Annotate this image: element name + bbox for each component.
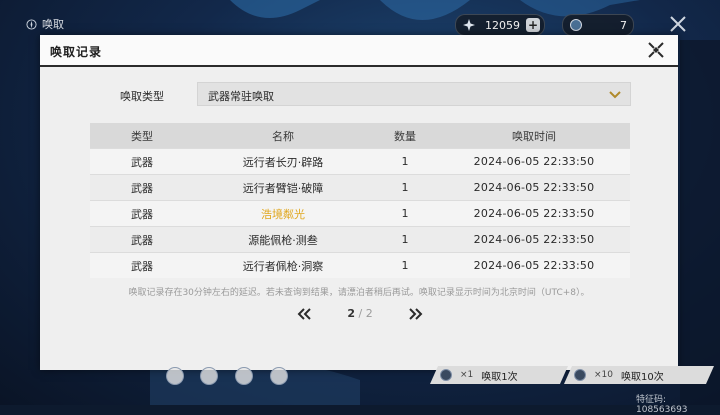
convene-once-label: 唤取1次 xyxy=(481,371,518,383)
chevron-down-icon xyxy=(609,91,621,99)
cell-quantity: 1 xyxy=(372,252,438,278)
table-row: 武器 浩境粼光 1 2024-06-05 22:33:50 xyxy=(90,200,630,227)
cell-name: 远行者佩枪·洞察 xyxy=(194,252,372,278)
cell-type: 武器 xyxy=(90,200,194,227)
close-icon[interactable] xyxy=(646,40,666,60)
radiant-tide-value: 7 xyxy=(620,18,627,32)
compass-icon xyxy=(26,18,37,30)
cell-type: 武器 xyxy=(90,174,194,201)
cell-name-highlighted: 浩境粼光 xyxy=(194,200,372,227)
header-time: 唤取时间 xyxy=(438,123,630,149)
current-page: 2 xyxy=(347,307,355,320)
cell-type: 武器 xyxy=(90,226,194,253)
cell-quantity: 1 xyxy=(372,174,438,201)
convene-history-table: 类型 名称 数量 唤取时间 武器 远行者长刃·辟路 1 2024-06-05 2… xyxy=(90,123,630,278)
cell-type: 武器 xyxy=(90,252,194,278)
table-row: 武器 远行者长刃·辟路 1 2024-06-05 22:33:50 xyxy=(90,148,630,175)
header-divider xyxy=(40,65,678,67)
cell-time: 2024-06-05 22:33:50 xyxy=(438,148,630,175)
table-row: 武器 远行者臂铠·破障 1 2024-06-05 22:33:50 xyxy=(90,174,630,201)
total-pages: 2 xyxy=(365,307,373,320)
game-screen-title-text: 唤取 xyxy=(42,18,64,31)
header-name: 名称 xyxy=(194,123,372,149)
page-separator: / xyxy=(358,307,363,320)
modal-title: 唤取记录 xyxy=(50,45,103,59)
tide-icon xyxy=(574,369,586,381)
lustrous-tide-counter: 12059 + xyxy=(455,14,545,36)
header-quantity: 数量 xyxy=(372,123,438,149)
convene-history-modal: 唤取记录 唤取类型 武器常驻唤取 类型 名称 数量 唤取时间 武器 远行者长刃·… xyxy=(40,35,678,370)
cell-quantity: 1 xyxy=(372,226,438,253)
convene-type-value: 武器常驻唤取 xyxy=(208,90,274,103)
convene-once-count: ×1 xyxy=(460,370,474,380)
info-icon[interactable] xyxy=(235,367,253,385)
table-row: 武器 远行者佩枪·洞察 1 2024-06-05 22:33:50 xyxy=(90,252,630,278)
cell-name: 源能佩枪·测叁 xyxy=(194,226,372,253)
radiant-tide-counter: 7 xyxy=(562,14,634,36)
header-type: 类型 xyxy=(90,123,194,149)
delay-notice: 唤取记录存在30分钟左右的延迟。若未查询到结果，请漂泊者稍后再试。唤取记录显示时… xyxy=(128,288,590,298)
shop-icon[interactable] xyxy=(166,367,184,385)
page-indicator: 2 / 2 xyxy=(340,307,380,320)
pagination: 2 / 2 xyxy=(40,305,678,325)
table-header-row: 类型 名称 数量 唤取时间 xyxy=(90,123,630,149)
convene-ten-button[interactable]: ×10 唤取10次 xyxy=(564,366,714,384)
previous-page-icon[interactable] xyxy=(296,307,312,321)
cell-time: 2024-06-05 22:33:50 xyxy=(438,226,630,253)
details-icon[interactable] xyxy=(200,367,218,385)
screen-close-icon[interactable] xyxy=(668,14,688,34)
convene-once-button[interactable]: ×1 唤取1次 xyxy=(430,366,568,384)
convene-ten-label: 唤取10次 xyxy=(621,371,664,383)
player-uid: 特征码: 108563693 xyxy=(636,395,688,415)
cell-quantity: 1 xyxy=(372,148,438,175)
convene-type-dropdown[interactable]: 武器常驻唤取 xyxy=(197,82,631,106)
tide-icon xyxy=(440,369,452,381)
cell-type: 武器 xyxy=(90,148,194,175)
cell-time: 2024-06-05 22:33:50 xyxy=(438,252,630,278)
radiant-tide-icon xyxy=(570,19,582,31)
cell-time: 2024-06-05 22:33:50 xyxy=(438,200,630,227)
lustrous-tide-value: 12059 xyxy=(485,18,520,32)
history-icon[interactable] xyxy=(270,367,288,385)
convene-type-label: 唤取类型 xyxy=(120,90,164,103)
convene-ten-count: ×10 xyxy=(594,370,613,380)
next-page-icon[interactable] xyxy=(408,307,424,321)
lustrous-tide-icon xyxy=(463,19,475,31)
game-screen-title: 唤取 xyxy=(26,16,64,32)
table-row: 武器 源能佩枪·测叁 1 2024-06-05 22:33:50 xyxy=(90,226,630,253)
cell-quantity: 1 xyxy=(372,200,438,227)
add-currency-button[interactable]: + xyxy=(526,18,540,32)
cell-name: 远行者臂铠·破障 xyxy=(194,174,372,201)
cell-time: 2024-06-05 22:33:50 xyxy=(438,174,630,201)
modal-header: 唤取记录 xyxy=(40,35,678,66)
cell-name: 远行者长刃·辟路 xyxy=(194,148,372,175)
